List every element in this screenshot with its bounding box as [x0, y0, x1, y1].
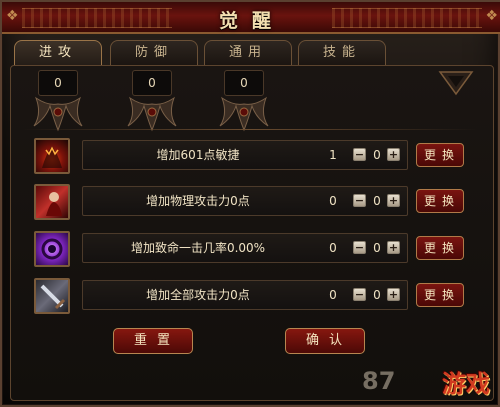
- socket-value: 0: [224, 70, 264, 96]
- attribute-current-value: 0: [329, 241, 337, 255]
- awakening-window: ❖ ❖ 觉醒 进攻 防御 通用 技能 0 0 0 增加601点敏捷 1 − 0 …: [0, 0, 500, 407]
- increase-button[interactable]: +: [387, 194, 400, 207]
- attribute-description: 增加物理攻击力0点: [146, 194, 250, 208]
- red-warrior-icon: [34, 184, 70, 220]
- attribute-added-value: 0: [373, 288, 381, 302]
- tab-general[interactable]: 通用: [204, 40, 292, 66]
- watermark-logo: 游戏: [442, 369, 490, 398]
- grey-blade-icon: [34, 278, 70, 314]
- claw-ornament-icon: [127, 96, 177, 132]
- attribute-row: 增加601点敏捷 1 − 0 + 更换: [32, 138, 482, 178]
- attribute-current-value: 0: [329, 288, 337, 302]
- decrease-button[interactable]: −: [353, 241, 366, 254]
- confirm-button[interactable]: 确认: [285, 328, 365, 354]
- swap-button[interactable]: 更换: [416, 283, 464, 307]
- attribute-added-value: 0: [373, 148, 381, 162]
- flame-demon-icon: [34, 138, 70, 174]
- attribute-description: 增加全部攻击力0点: [146, 288, 250, 302]
- attribute-added-value: 0: [373, 241, 381, 255]
- swap-button[interactable]: 更换: [416, 189, 464, 213]
- increase-button[interactable]: +: [387, 148, 400, 161]
- attribute-row: 增加全部攻击力0点 0 − 0 + 更换: [32, 278, 482, 318]
- increase-button[interactable]: +: [387, 288, 400, 301]
- purple-vortex-icon: [34, 231, 70, 267]
- attribute-bar: 增加致命一击几率0.00% 0 − 0 +: [82, 233, 408, 263]
- tab-attack[interactable]: 进攻: [14, 40, 102, 66]
- attribute-row: 增加物理攻击力0点 0 − 0 + 更换: [32, 184, 482, 224]
- section-divider: [22, 129, 478, 130]
- attribute-description: 增加致命一击几率0.00%: [130, 241, 266, 255]
- increase-button[interactable]: +: [387, 241, 400, 254]
- decrease-button[interactable]: −: [353, 194, 366, 207]
- title-bar: ❖ ❖ 觉醒: [2, 2, 500, 34]
- attribute-current-value: 0: [329, 194, 337, 208]
- tab-defense[interactable]: 防御: [110, 40, 198, 66]
- stat-socket: 0: [32, 70, 84, 134]
- claw-ornament-icon: [33, 96, 83, 132]
- decrease-button[interactable]: −: [353, 288, 366, 301]
- reset-button[interactable]: 重置: [113, 328, 193, 354]
- stat-socket: 0: [126, 70, 178, 134]
- attribute-description: 增加601点敏捷: [156, 148, 240, 162]
- socket-value: 0: [132, 70, 172, 96]
- swap-button[interactable]: 更换: [416, 236, 464, 260]
- decrease-button[interactable]: −: [353, 148, 366, 161]
- attribute-added-value: 0: [373, 194, 381, 208]
- triangle-ornament-icon: [438, 71, 474, 96]
- attribute-current-value: 1: [329, 148, 337, 162]
- claw-ornament-icon: [219, 96, 269, 132]
- socket-value: 0: [38, 70, 78, 96]
- attribute-bar: 增加物理攻击力0点 0 − 0 +: [82, 186, 408, 216]
- tab-skills[interactable]: 技能: [298, 40, 386, 66]
- attribute-bar: 增加全部攻击力0点 0 − 0 +: [82, 280, 408, 310]
- swap-button[interactable]: 更换: [416, 143, 464, 167]
- watermark-number: 87: [362, 367, 396, 395]
- stat-socket: 0: [218, 70, 270, 134]
- attribute-row: 增加致命一击几率0.00% 0 − 0 + 更换: [32, 231, 482, 271]
- site-watermark: 87 游戏: [362, 357, 492, 401]
- attribute-bar: 增加601点敏捷 1 − 0 +: [82, 140, 408, 170]
- window-title: 觉醒: [218, 10, 285, 32]
